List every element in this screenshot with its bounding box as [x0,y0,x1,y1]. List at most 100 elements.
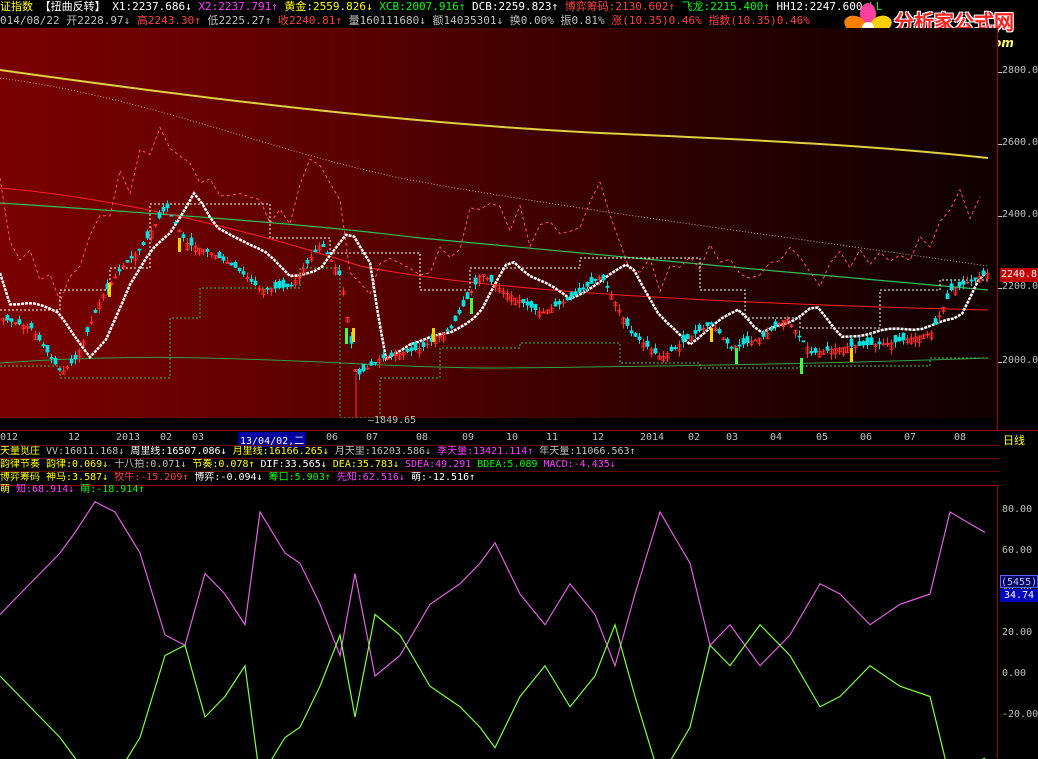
candle-body [626,319,629,326]
candle-body [594,279,597,280]
price-tick-mark [998,288,1002,289]
candle-body [206,250,209,252]
candle-body [670,347,673,350]
header2-field-0: 014/08/22 [0,14,60,27]
date-label: 12 [68,432,80,443]
candle-body [158,213,161,218]
date-axis[interactable]: 日线 012122013020313/04/02,二06070809101112… [0,430,1038,445]
period-daily-button[interactable]: 日线 [1003,432,1025,448]
header2-field-7: 换0.00% [503,14,554,27]
candle-body [390,353,393,355]
date-label: 07 [904,432,916,443]
candle-body [234,262,237,267]
oscillator-panel[interactable] [0,485,997,759]
candle-body [166,204,169,208]
candle-body [742,339,745,344]
candle-body [410,348,413,351]
ind1-field-5: 季天量:13421.114↑ [431,446,533,457]
price-tick-mark [998,362,1002,363]
candle-body [590,277,593,283]
oscillator-canvas [0,486,997,759]
candle-body [362,364,365,371]
candle-body [586,282,589,286]
candle-body [814,349,817,353]
ind2-field-5: DEA:35.783↓ [327,459,399,470]
candle-body [450,326,453,328]
candle-body [934,319,937,325]
candle-body [706,323,709,326]
ind2-field-0: 韵律节奏 [0,459,40,470]
date-label: 10 [506,432,518,443]
date-label: 06 [326,432,338,443]
green-ma-line [0,203,988,290]
oscillator-value-tag: 34.74 [1000,589,1038,602]
candle-body [250,279,253,281]
price-tick: 2600.00 [1002,137,1038,148]
header2-field-10: 指数(10.35)0.46% [702,14,810,27]
candle-body [554,302,557,306]
highlight-candle-yellow [710,328,713,342]
candle-body [738,345,741,346]
candle-body [6,315,9,320]
candle-body [646,341,649,346]
candle-body [406,349,409,351]
oscillator-count-tag: (5455) [1000,575,1038,588]
price-axis: 2800.002600.002400.002200.002000.00 [997,28,1038,430]
header2-field-2: 高2243.30↑ [130,14,201,27]
indicator-line-oscillator: 萌 知:68.914↓ 萌:-18.914↑ [0,484,1000,496]
candle-body [730,347,733,348]
candle-body [878,342,881,344]
candle-body [606,286,609,287]
candle-body [466,293,469,299]
header1-field-2: X1:2237.686↓ [106,0,192,13]
candle-body [126,260,129,262]
candle-body [242,272,245,275]
header1-field-4: 黄金:2559.826↓ [278,0,373,13]
date-label: 2014 [640,432,664,443]
candle-body [698,325,701,331]
candle-body [534,304,537,309]
candle-body [950,284,953,290]
candle-body [94,310,97,312]
ind4-field-1: 知:68.914↓ [10,484,74,495]
candle-body [746,337,749,343]
date-label: 11 [546,432,558,443]
candle-body [70,359,73,363]
candle-body [946,294,949,299]
candle-body [602,275,605,280]
candle-body [866,338,869,345]
candle-body [578,288,581,292]
green-step-support [0,268,988,418]
low-price-label: —1849.65 [368,415,416,426]
low-price-value: 1849.65 [374,415,416,426]
highlight-candle-green [735,348,738,364]
candle-body [810,351,813,353]
candle-body [974,278,977,279]
candle-body [38,335,41,340]
candle-body [370,362,373,365]
yellow-long-ma-line [0,70,988,158]
candle-body [958,282,961,286]
header2-field-8: 振0.81% [554,14,605,27]
candle-body [726,339,729,343]
candle-body [326,253,329,254]
candle-body [338,271,341,275]
header2-field-4: 收2240.81↑ [271,14,342,27]
candle-body [558,301,561,304]
main-price-chart[interactable] [0,28,997,418]
header2-field-6: 额14035301↓ [426,14,503,27]
candle-body [474,278,477,284]
date-label: 03 [192,432,204,443]
candle-body [454,316,457,321]
ind2-field-8: MACD:-4.435↓ [538,459,616,470]
candle-body [902,333,905,340]
highlight-candle-yellow [432,328,435,342]
price-tick: 2800.00 [1002,65,1038,76]
candle-body [238,268,241,270]
indicator-line-game-chips: 博弈筹码 神马:3.587↓ 牧牛:-15.209↑ 博弈:-0.094↓ 筹口… [0,471,1000,484]
candle-body [526,302,529,305]
candle-body [170,215,173,216]
candle-body [718,329,721,333]
ind3-field-5: 先知:62.516↓ [331,472,405,483]
white-step-resistance [0,204,988,328]
